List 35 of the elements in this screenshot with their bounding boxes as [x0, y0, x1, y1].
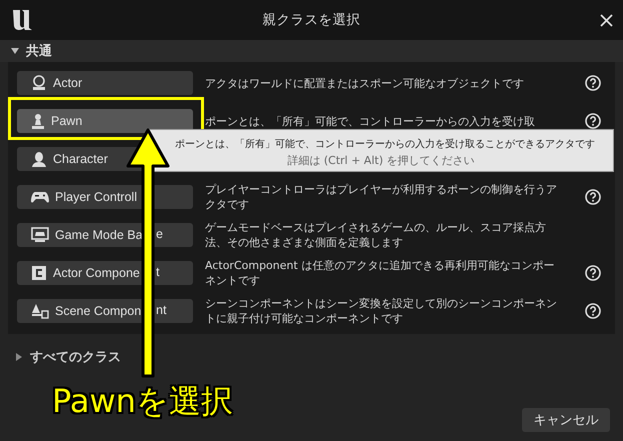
class-button[interactable]: Game Mode Ba e	[17, 223, 193, 247]
help-icon[interactable]	[585, 189, 601, 205]
class-button[interactable]: Scene Compon nt	[17, 299, 193, 323]
scene-component-icon	[31, 303, 49, 319]
person-bust-icon	[31, 151, 47, 167]
close-button[interactable]	[600, 14, 613, 26]
help-icon[interactable]	[585, 265, 601, 281]
class-button[interactable]: Actor	[17, 71, 193, 95]
gamepad-icon	[31, 190, 49, 204]
class-button[interactable]: Pawn	[17, 109, 193, 133]
class-description: ポーンとは、「所有」可能で、コントローラーからの入力を受け取	[205, 114, 536, 128]
logo-icon	[10, 7, 34, 33]
help-icon[interactable]	[585, 303, 601, 319]
help-icon[interactable]	[585, 113, 601, 129]
monitor-gamepad-icon	[31, 227, 49, 243]
class-description: ゲームモードベースはプレイされるゲームの、ルール、スコア採点方法、その他さまざまな側面を定義します	[205, 220, 547, 250]
class-button[interactable]: Actor Compone t	[17, 261, 193, 285]
tooltip-hint: 詳細は (Ctrl + Alt) を押してください	[286, 153, 476, 168]
cancel-button[interactable]: キャンセル	[522, 408, 610, 432]
section-header[interactable]: すべてのクラス	[30, 348, 121, 366]
help-icon[interactable]	[585, 75, 601, 91]
class-description: シーンコンポーネントはシーン変換を設定して別のシーンコンポーネントに親子付け可能なコンポーネントです	[205, 296, 558, 326]
pawn-icon	[31, 113, 45, 129]
expand-arrow-icon[interactable]	[10, 46, 20, 56]
class-description: ActorComponent は任意のアクタに追加できる再利用可能なコンポーネントです	[205, 258, 556, 288]
section-header[interactable]: 共通	[26, 42, 52, 60]
class-description: プレイヤーコントローラはプレイヤーが利用するポーンの制御を行うアクタです	[205, 182, 558, 212]
component-icon	[31, 265, 47, 281]
bust-on-base-icon	[31, 75, 47, 91]
annotation-caption: Pawnを選択	[52, 381, 233, 422]
window-title: 親クラスを選択	[262, 11, 360, 29]
close-icon	[600, 14, 613, 26]
class-button[interactable]: Player Controll	[17, 185, 193, 209]
expand-arrow-icon[interactable]	[14, 352, 24, 362]
class-description: アクタはワールドに配置またはスポーン可能なオブジェクトです	[205, 76, 525, 90]
